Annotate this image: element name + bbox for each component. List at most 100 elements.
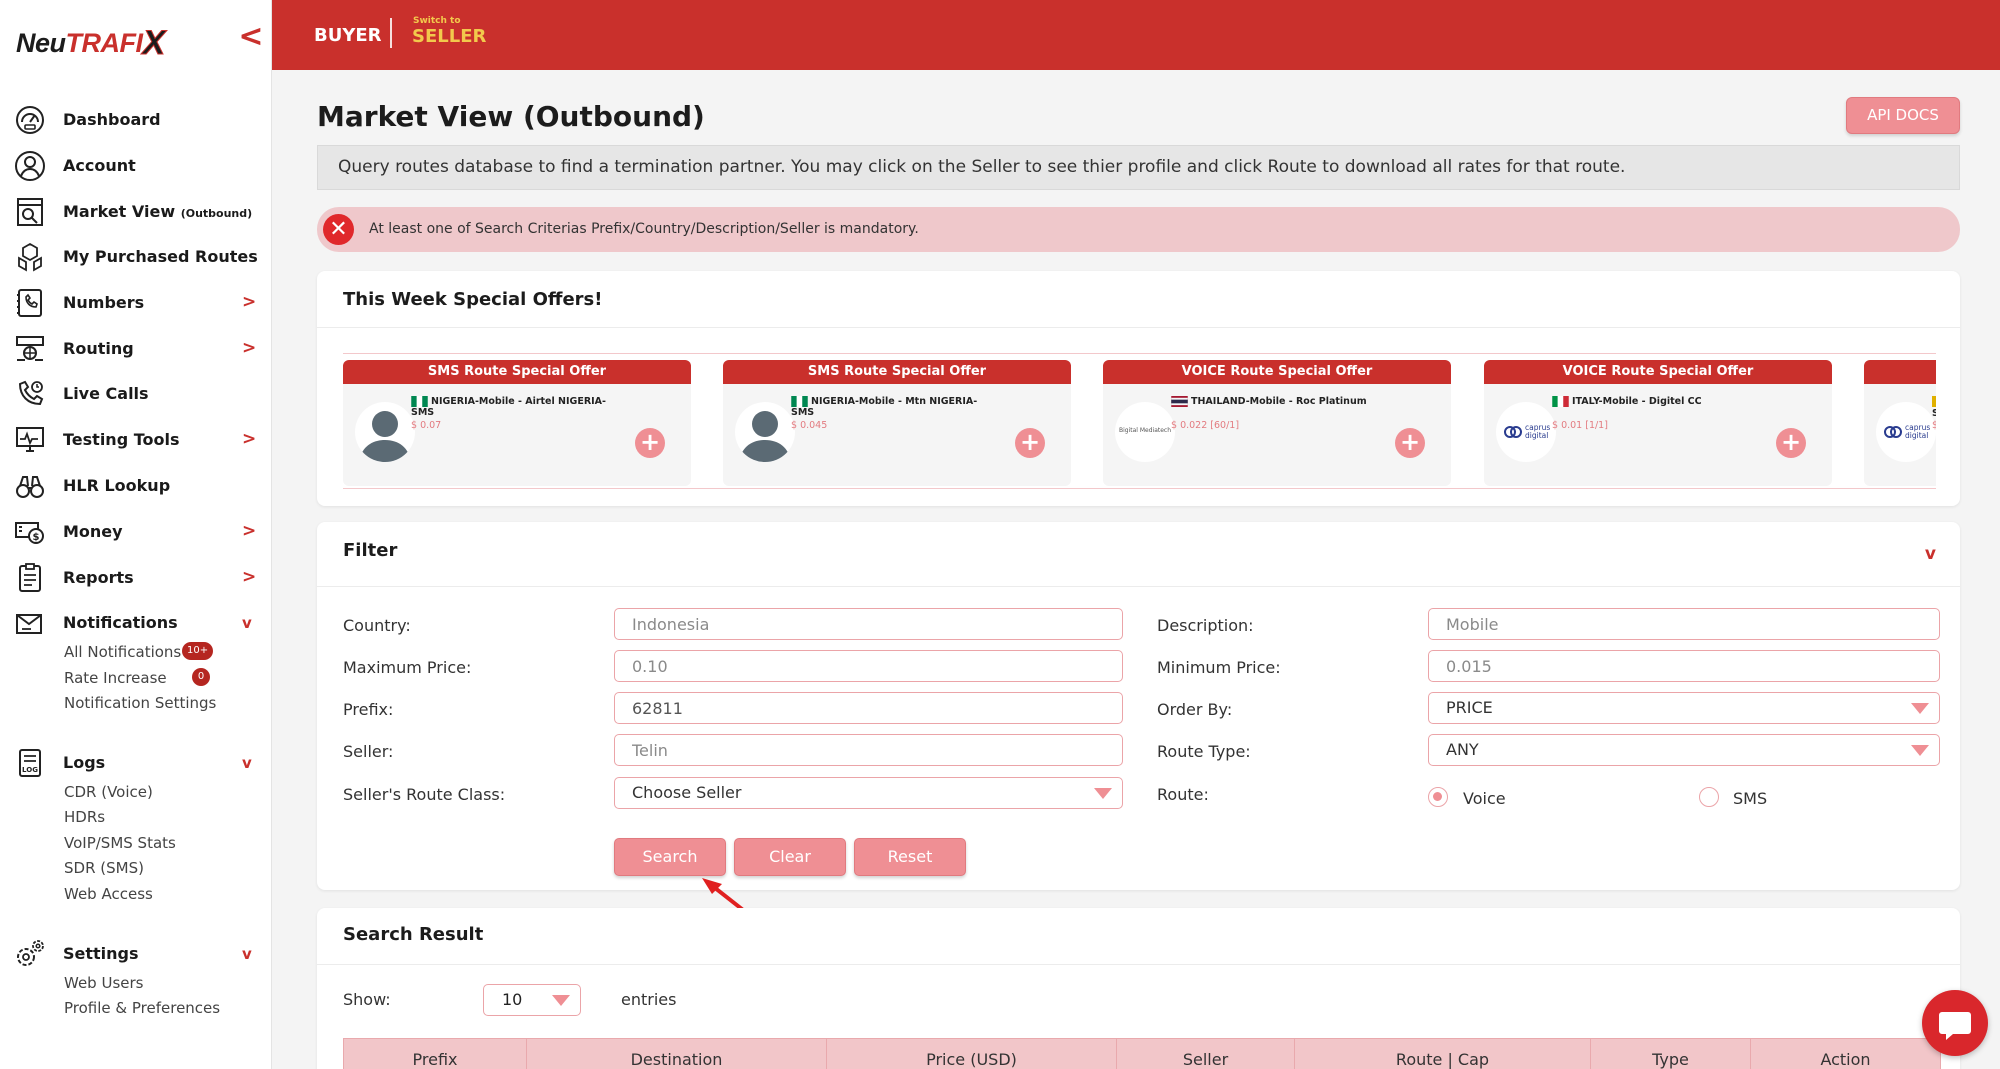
- rate-increase-badge: 0: [192, 668, 210, 686]
- sub-item-hdrs[interactable]: HDRs: [64, 808, 105, 826]
- market-view-suffix: (Outbound): [180, 207, 253, 220]
- chat-support-button[interactable]: [1922, 990, 1988, 1056]
- offer-card-partial[interactable]: caprus digital S $: [1864, 360, 1936, 486]
- offer-header: VOICE Route Special Offer: [1103, 360, 1451, 384]
- clear-button[interactable]: Clear: [734, 838, 846, 876]
- offer-price: $ 0.07: [411, 420, 442, 431]
- sidebar-item-notifications[interactable]: Notifications v: [0, 603, 272, 643]
- sidebar: NeuTRAFIX < Dashboard Account Market Vie…: [0, 0, 272, 1069]
- flag-partial-icon: [1932, 396, 1936, 407]
- route-type-select[interactable]: ANY: [1428, 734, 1940, 766]
- page-size-select[interactable]: 10: [483, 984, 581, 1016]
- gear-icon: [17, 940, 44, 966]
- expand-arrow-icon: >: [242, 567, 257, 587]
- order-by-select[interactable]: PRICE: [1428, 692, 1940, 724]
- error-alert: ✕ At least one of Search Criterias Prefi…: [317, 207, 1960, 252]
- sub-item-web-users[interactable]: Web Users: [64, 974, 143, 992]
- offer-price: $ 0.01 [1/1]: [1552, 420, 1608, 431]
- max-price-label: Maximum Price:: [343, 658, 472, 677]
- column-header-route-cap[interactable]: Route | Cap: [1295, 1039, 1591, 1069]
- card-divider: [317, 327, 1960, 328]
- sidebar-item-live-calls[interactable]: Live Calls: [0, 374, 272, 414]
- logs-icon: LOG: [19, 749, 41, 777]
- max-price-input[interactable]: [614, 650, 1123, 682]
- sub-item-profile-preferences[interactable]: Profile & Preferences: [64, 999, 220, 1017]
- sidebar-item-money[interactable]: $ Money >: [0, 512, 272, 552]
- offer-card[interactable]: VOICE Route Special Offer Bigital Mediat…: [1103, 360, 1451, 486]
- prefix-label: Prefix:: [343, 700, 394, 719]
- offer-route-name: NIGERIA-Mobile - Mtn NIGERIA-SMS: [791, 396, 978, 418]
- logo-row: NeuTRAFIX <: [0, 0, 272, 80]
- neutrafix-logo[interactable]: NeuTRAFIX: [16, 22, 166, 63]
- filter-collapse-toggle[interactable]: v: [1925, 544, 1936, 564]
- column-header-type[interactable]: Type: [1591, 1039, 1751, 1069]
- switch-to-seller-link[interactable]: SELLER: [412, 26, 486, 47]
- expand-arrow-icon: >: [242, 521, 257, 541]
- add-offer-button[interactable]: +: [635, 428, 665, 458]
- sidebar-item-logs[interactable]: LOG Logs v: [0, 743, 272, 783]
- sidebar-item-account[interactable]: Account: [0, 146, 272, 186]
- sidebar-item-hlr-lookup[interactable]: HLR Lookup: [0, 466, 272, 506]
- sub-item-all-notifications[interactable]: All Notifications: [64, 643, 181, 661]
- offer-card[interactable]: SMS Route Special Offer NIGERIA-Mobile -…: [723, 360, 1071, 486]
- sidebar-item-market-view[interactable]: Market View (Outbound): [0, 192, 272, 232]
- sidebar-item-dashboard[interactable]: Dashboard: [0, 100, 272, 140]
- offer-header: SMS Route Special Offer: [723, 360, 1071, 384]
- column-header-destination[interactable]: Destination: [527, 1039, 827, 1069]
- svg-text:LOG: LOG: [22, 766, 38, 774]
- logo-text-x: X: [142, 24, 166, 63]
- error-x-icon[interactable]: ✕: [323, 214, 354, 245]
- market-view-icon: [17, 198, 43, 226]
- api-docs-button[interactable]: API DOCS: [1846, 97, 1960, 134]
- min-price-input[interactable]: [1428, 650, 1940, 682]
- sub-item-voip-sms-stats[interactable]: VoIP/SMS Stats: [64, 834, 176, 852]
- route-type-label: Route Type:: [1157, 742, 1251, 761]
- offer-route-name: THAILAND-Mobile - Roc Platinum: [1191, 396, 1367, 407]
- offer-header: SMS Route Special Offer: [343, 360, 691, 384]
- offer-route-name: S: [1932, 408, 1936, 419]
- seller-logo: caprus digital: [1876, 402, 1936, 462]
- description-input[interactable]: [1428, 608, 1940, 640]
- sidebar-item-numbers[interactable]: Numbers >: [0, 283, 272, 323]
- sub-item-notification-settings[interactable]: Notification Settings: [64, 694, 216, 712]
- route-class-select[interactable]: Choose Seller: [614, 777, 1123, 809]
- sub-item-sdr-sms[interactable]: SDR (SMS): [64, 859, 144, 877]
- collapse-arrow-icon: v: [242, 614, 252, 632]
- route-voice-radio[interactable]: [1428, 787, 1448, 807]
- dropdown-caret-icon: [1094, 788, 1112, 799]
- offer-card[interactable]: VOICE Route Special Offer caprus digital…: [1484, 360, 1832, 486]
- column-header-action[interactable]: Action: [1751, 1039, 1940, 1069]
- prefix-input[interactable]: [614, 692, 1123, 724]
- country-input[interactable]: [614, 608, 1123, 640]
- reset-button[interactable]: Reset: [854, 838, 966, 876]
- page-size-value: 10: [502, 990, 523, 1009]
- column-header-prefix[interactable]: Prefix: [344, 1039, 527, 1069]
- svg-text:$: $: [33, 532, 40, 543]
- add-offer-button[interactable]: +: [1015, 428, 1045, 458]
- sub-item-web-access[interactable]: Web Access: [64, 885, 153, 903]
- sidebar-collapse-button[interactable]: <: [238, 20, 264, 54]
- add-offer-button[interactable]: +: [1776, 428, 1806, 458]
- sidebar-item-label: Account: [63, 156, 136, 175]
- sidebar-item-reports[interactable]: Reports >: [0, 558, 272, 598]
- route-sms-radio[interactable]: [1699, 787, 1719, 807]
- person-avatar-icon: [739, 411, 791, 462]
- column-header-seller[interactable]: Seller: [1117, 1039, 1295, 1069]
- column-header-price[interactable]: Price (USD): [827, 1039, 1117, 1069]
- seller-logo: Bigital Mediatech: [1115, 402, 1175, 462]
- sub-item-cdr-voice[interactable]: CDR (Voice): [64, 783, 153, 801]
- sidebar-item-routing[interactable]: Routing >: [0, 329, 272, 369]
- sub-item-rate-increase[interactable]: Rate Increase: [64, 669, 167, 687]
- sidebar-item-settings[interactable]: Settings v: [0, 934, 272, 974]
- add-offer-button[interactable]: +: [1395, 428, 1425, 458]
- sidebar-item-label: Money: [63, 522, 123, 541]
- sidebar-item-purchased-routes[interactable]: My Purchased Routes: [0, 237, 272, 277]
- seller-input[interactable]: [614, 734, 1123, 766]
- sidebar-item-testing-tools[interactable]: Testing Tools >: [0, 420, 272, 460]
- binoculars-icon: [16, 476, 44, 498]
- search-button[interactable]: Search: [614, 838, 726, 876]
- offer-price: $: [1932, 420, 1936, 431]
- collapse-arrow-icon: v: [242, 754, 252, 772]
- show-label: Show:: [343, 990, 391, 1009]
- offer-card[interactable]: SMS Route Special Offer NIGERIA-Mobile -…: [343, 360, 691, 486]
